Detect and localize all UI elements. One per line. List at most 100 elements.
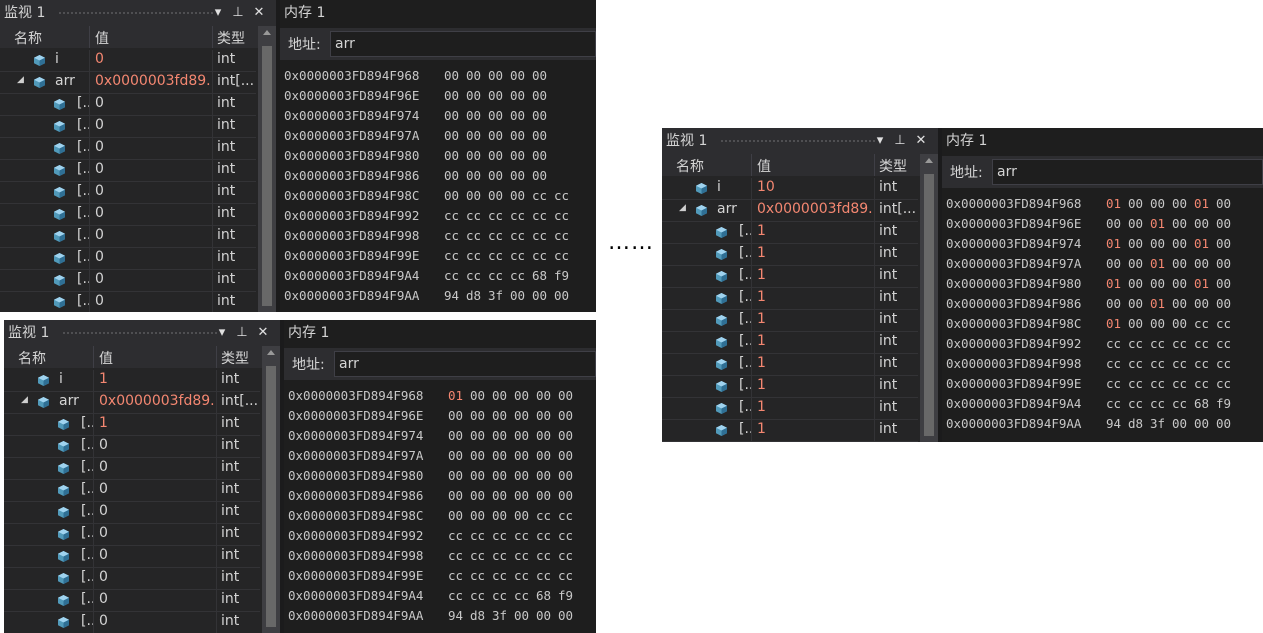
address-input[interactable]: arr (330, 31, 596, 57)
watch-row[interactable]: [...0int (0, 94, 256, 116)
memory-byte[interactable]: 00 (1128, 314, 1150, 334)
column-divider[interactable] (216, 346, 217, 368)
pin-icon[interactable]: ⊥ (230, 0, 246, 26)
memory-byte[interactable]: cc (1216, 334, 1238, 354)
memory-line[interactable]: 0x0000003FD894F980 00 00 00 00 00 (284, 146, 596, 166)
memory-byte[interactable]: 01 (1150, 294, 1172, 314)
memory-byte[interactable]: cc (444, 226, 466, 246)
drag-grip[interactable] (720, 139, 876, 144)
watch-row[interactable]: [...0int (0, 160, 256, 182)
dropdown-icon[interactable]: ▾ (872, 128, 888, 154)
memory-byte[interactable]: 01 (1150, 214, 1172, 234)
memory-byte[interactable]: cc (492, 566, 514, 586)
watch-row[interactable]: [...1int (662, 288, 918, 310)
watch-row-value[interactable]: 1 (757, 333, 872, 349)
memory-byte[interactable]: cc (510, 226, 532, 246)
watch-row[interactable]: i 10 int (662, 178, 918, 200)
memory-byte[interactable]: cc (1216, 314, 1238, 334)
memory-byte[interactable]: 00 (1216, 214, 1238, 234)
memory-byte[interactable]: 94 (444, 286, 466, 306)
watch-row[interactable]: [...0int (0, 292, 256, 312)
memory-byte[interactable]: cc (466, 266, 488, 286)
memory-byte[interactable]: 01 (1106, 314, 1128, 334)
memory-byte[interactable]: cc (448, 526, 470, 546)
memory-byte[interactable]: 00 (558, 446, 580, 466)
memory-byte[interactable]: 00 (532, 106, 554, 126)
memory-byte[interactable]: 00 (470, 506, 492, 526)
watch-row-value[interactable]: 0 (99, 503, 214, 519)
watch-titlebar[interactable]: 监视 1 ▾ ⊥ ✕ (0, 0, 276, 26)
watch-row-value[interactable]: 0 (99, 569, 214, 585)
memory-byte[interactable]: 01 (1194, 234, 1216, 254)
scroll-thumb[interactable] (924, 174, 934, 436)
memory-byte[interactable]: cc (536, 546, 558, 566)
memory-byte[interactable]: 00 (444, 166, 466, 186)
memory-line[interactable]: 0x0000003FD894F968 01 00 00 00 00 00 (288, 386, 596, 406)
memory-line[interactable]: 0x0000003FD894F9AA 94 d8 3f 00 00 00 (946, 414, 1263, 434)
memory-byte[interactable]: 00 (492, 446, 514, 466)
memory-title[interactable]: 内存 1 (284, 0, 325, 26)
close-icon[interactable]: ✕ (255, 320, 271, 346)
memory-byte[interactable]: 00 (488, 166, 510, 186)
memory-byte[interactable]: cc (444, 246, 466, 266)
drag-grip[interactable] (62, 331, 218, 336)
memory-byte[interactable]: 00 (1216, 194, 1238, 214)
memory-byte[interactable]: 00 (514, 506, 536, 526)
watch-row-value[interactable]: 1 (757, 245, 872, 261)
memory-byte[interactable]: 00 (532, 126, 554, 146)
watch-row-value[interactable]: 0 (99, 591, 214, 607)
memory-byte[interactable]: 00 (466, 66, 488, 86)
memory-byte[interactable]: cc (466, 206, 488, 226)
memory-byte[interactable]: 01 (448, 386, 470, 406)
memory-byte[interactable]: 68 (1194, 394, 1216, 414)
watch-row[interactable]: [...1int (662, 310, 918, 332)
watch-row[interactable]: [...0int (4, 568, 260, 590)
memory-line[interactable]: 0x0000003FD894F992 cc cc cc cc cc cc (946, 334, 1263, 354)
watch-row[interactable]: [...0int (0, 226, 256, 248)
memory-byte[interactable]: 00 (510, 126, 532, 146)
memory-line[interactable]: 0x0000003FD894F998 cc cc cc cc cc cc (288, 546, 596, 566)
memory-line[interactable]: 0x0000003FD894F986 00 00 01 00 00 00 (946, 294, 1263, 314)
watch-row-value[interactable]: 0x0000003fd89... (95, 73, 210, 89)
memory-byte[interactable]: cc (448, 566, 470, 586)
memory-byte[interactable]: 01 (1194, 194, 1216, 214)
memory-byte[interactable]: 00 (470, 386, 492, 406)
watch-row-value[interactable]: 0 (95, 249, 210, 265)
memory-byte[interactable]: 00 (510, 106, 532, 126)
memory-byte[interactable]: cc (558, 506, 580, 526)
watch-row-value[interactable]: 0 (99, 547, 214, 563)
memory-byte[interactable]: 00 (1216, 294, 1238, 314)
memory-byte[interactable]: cc (1150, 394, 1172, 414)
watch-row-value[interactable]: 0x0000003fd89... (757, 201, 872, 217)
memory-byte[interactable]: cc (470, 526, 492, 546)
memory-line[interactable]: 0x0000003FD894F98C 00 00 00 00 cc cc (288, 506, 596, 526)
memory-byte[interactable]: 00 (1150, 274, 1172, 294)
memory-byte[interactable]: 00 (444, 146, 466, 166)
memory-byte[interactable]: 00 (510, 146, 532, 166)
memory-byte[interactable]: cc (532, 246, 554, 266)
memory-byte[interactable]: 00 (1194, 294, 1216, 314)
memory-line[interactable]: 0x0000003FD894F9AA 94 d8 3f 00 00 00 (288, 606, 596, 626)
memory-byte[interactable]: 00 (466, 126, 488, 146)
memory-byte[interactable]: 00 (1128, 194, 1150, 214)
memory-byte[interactable]: 00 (1216, 414, 1238, 434)
watch-row-value[interactable]: 0 (99, 459, 214, 475)
memory-byte[interactable]: cc (488, 246, 510, 266)
memory-byte[interactable]: cc (448, 586, 470, 606)
memory-line[interactable]: 0x0000003FD894F998 cc cc cc cc cc cc (284, 226, 596, 246)
memory-byte[interactable]: f9 (1216, 394, 1238, 414)
memory-byte[interactable]: 00 (1172, 254, 1194, 274)
watch-row[interactable]: ◢ arr 0x0000003fd89... int[... (0, 72, 256, 94)
memory-line[interactable]: 0x0000003FD894F9A4 cc cc cc cc 68 f9 (288, 586, 596, 606)
column-divider[interactable] (93, 346, 94, 368)
memory-byte[interactable]: cc (510, 246, 532, 266)
memory-byte[interactable]: f9 (554, 266, 576, 286)
watch-row-value[interactable]: 1 (757, 289, 872, 305)
memory-byte[interactable]: 00 (444, 86, 466, 106)
watch-row-value[interactable]: 10 (757, 179, 872, 195)
collapse-triangle-icon[interactable]: ◢ (21, 395, 28, 405)
watch-row-value[interactable]: 1 (757, 421, 872, 437)
watch-row-value[interactable]: 0 (95, 183, 210, 199)
memory-byte[interactable]: cc (492, 546, 514, 566)
memory-byte[interactable]: cc (488, 226, 510, 246)
